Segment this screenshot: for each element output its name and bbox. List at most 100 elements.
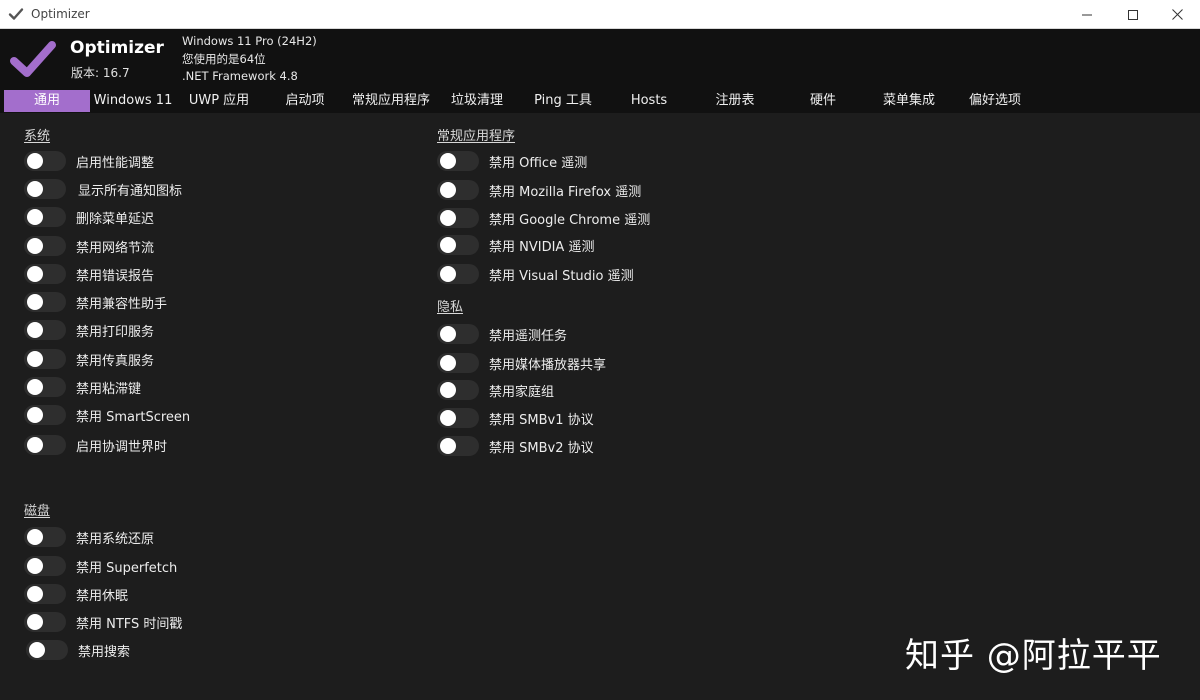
option-sticky-keys[interactable]: 禁用粘滞键 (24, 377, 141, 397)
toggle-knob (440, 438, 456, 454)
toggle-switch[interactable] (24, 292, 66, 312)
toggle-switch[interactable] (24, 179, 66, 199)
option-smbv2[interactable]: 禁用 SMBv2 协议 (437, 436, 594, 456)
toggle-knob (27, 407, 43, 423)
option-label: 禁用媒体播放器共享 (489, 357, 607, 373)
section-disk-title: 磁盘 (24, 504, 51, 519)
toggle-switch[interactable] (24, 584, 66, 604)
toggle-switch[interactable] (24, 527, 66, 547)
option-label: 禁用网络节流 (76, 240, 155, 256)
option-error-reporting[interactable]: 禁用错误报告 (24, 264, 154, 284)
tab-hardware[interactable]: 硬件 (780, 90, 866, 112)
option-search[interactable]: 禁用搜索 (26, 640, 130, 660)
close-icon (1171, 9, 1183, 20)
option-visual-studio-telemetry[interactable]: 禁用 Visual Studio 遥测 (437, 264, 634, 284)
option-homegroup[interactable]: 禁用家庭组 (437, 380, 554, 400)
toggle-switch[interactable] (24, 435, 66, 455)
option-office-telemetry[interactable]: 禁用 Office 遥测 (437, 151, 587, 171)
toggle-switch[interactable] (24, 405, 66, 425)
option-firefox-telemetry[interactable]: 禁用 Mozilla Firefox 遥测 (437, 180, 641, 200)
option-smartscreen[interactable]: 禁用 SmartScreen (24, 405, 190, 425)
tab-uwp-apps[interactable]: UWP 应用 (176, 90, 262, 112)
tab-windows-11[interactable]: Windows 11 (90, 90, 176, 112)
option-telemetry-tasks[interactable]: 禁用遥测任务 (437, 324, 567, 344)
option-hibernation[interactable]: 禁用休眠 (24, 584, 128, 604)
toggle-switch[interactable] (437, 151, 479, 171)
option-label: 禁用家庭组 (489, 384, 555, 400)
logo-check-icon (10, 41, 56, 77)
toggle-switch[interactable] (437, 324, 479, 344)
option-network-throttling[interactable]: 禁用网络节流 (24, 236, 154, 256)
tab-startup[interactable]: 启动项 (262, 90, 348, 112)
toggle-switch[interactable] (24, 349, 66, 369)
option-label: 禁用 NVIDIA 遥测 (489, 239, 595, 255)
option-label: 禁用休眠 (76, 588, 129, 604)
option-label: 禁用 Office 遥测 (489, 155, 588, 171)
toggle-switch[interactable] (437, 235, 479, 255)
toggle-switch[interactable] (26, 640, 68, 660)
toggle-switch[interactable] (437, 353, 479, 373)
option-label: 禁用 Mozilla Firefox 遥测 (489, 184, 642, 200)
toggle-knob (440, 382, 456, 398)
close-button[interactable] (1154, 0, 1200, 29)
app-name: Optimizer (70, 38, 164, 58)
window-title: Optimizer (31, 7, 90, 21)
toggle-switch[interactable] (24, 236, 66, 256)
system-info: Windows 11 Pro (24H2) 您使用的是64位 .NET Fram… (182, 33, 317, 86)
toggle-switch[interactable] (437, 264, 479, 284)
option-fax-service[interactable]: 禁用传真服务 (24, 349, 154, 369)
toggle-switch[interactable] (24, 612, 66, 632)
toggle-switch[interactable] (437, 180, 479, 200)
section-apps-title: 常规应用程序 (437, 129, 516, 144)
toggle-switch[interactable] (24, 151, 66, 171)
tab-preferences[interactable]: 偏好选项 (952, 90, 1038, 112)
option-show-tray-icons[interactable]: 显示所有通知图标 (24, 179, 182, 199)
option-utc-time[interactable]: 启用协调世界时 (24, 435, 167, 455)
toggle-switch[interactable] (24, 320, 66, 340)
os-version: Windows 11 Pro (24H2) (182, 34, 317, 48)
option-ntfs-timestamp[interactable]: 禁用 NTFS 时间戳 (24, 612, 182, 632)
option-performance-tweaks[interactable]: 启用性能调整 (24, 151, 154, 171)
option-label: 禁用打印服务 (76, 324, 155, 340)
tab-cleaner[interactable]: 垃圾清理 (434, 90, 520, 112)
option-system-restore[interactable]: 禁用系统还原 (24, 527, 154, 547)
toggle-knob (440, 153, 456, 169)
app-version: 版本: 16.7 (71, 66, 130, 80)
tab-ping[interactable]: Ping 工具 (520, 90, 606, 112)
toggle-switch[interactable] (24, 264, 66, 284)
tab-common-apps[interactable]: 常规应用程序 (348, 90, 434, 112)
option-chrome-telemetry[interactable]: 禁用 Google Chrome 遥测 (437, 208, 650, 228)
option-label: 禁用 Visual Studio 遥测 (489, 268, 634, 284)
option-label: 禁用粘滞键 (76, 381, 142, 397)
toggle-knob (27, 238, 43, 254)
toggle-knob (29, 642, 45, 658)
toggle-switch[interactable] (437, 436, 479, 456)
toggle-switch[interactable] (24, 556, 66, 576)
option-nvidia-telemetry[interactable]: 禁用 NVIDIA 遥测 (437, 235, 594, 255)
toggle-switch[interactable] (437, 408, 479, 428)
minimize-button[interactable] (1064, 0, 1110, 29)
toggle-knob (440, 410, 456, 426)
option-superfetch[interactable]: 禁用 Superfetch (24, 556, 177, 576)
watermark: 知乎 @阿拉平平 (905, 636, 1162, 676)
option-label: 启用性能调整 (76, 155, 155, 171)
toggle-knob (440, 182, 456, 198)
option-media-player-sharing[interactable]: 禁用媒体播放器共享 (437, 353, 606, 373)
option-menu-delay[interactable]: 删除菜单延迟 (24, 207, 154, 227)
tab-registry[interactable]: 注册表 (692, 90, 778, 112)
option-label: 禁用错误报告 (76, 268, 155, 284)
tab-hosts[interactable]: Hosts (606, 90, 692, 112)
option-compatibility-assistant[interactable]: 禁用兼容性助手 (24, 292, 167, 312)
tab-general[interactable]: 通用 (4, 90, 90, 112)
option-label: 禁用 SMBv1 协议 (489, 412, 594, 428)
toggle-switch[interactable] (437, 380, 479, 400)
option-label: 删除菜单延迟 (76, 211, 155, 227)
toggle-switch[interactable] (437, 208, 479, 228)
tab-menu-integration[interactable]: 菜单集成 (866, 90, 952, 112)
toggle-switch[interactable] (24, 377, 66, 397)
option-smbv1[interactable]: 禁用 SMBv1 协议 (437, 408, 594, 428)
maximize-button[interactable] (1110, 0, 1156, 29)
toggle-knob (27, 209, 43, 225)
option-print-service[interactable]: 禁用打印服务 (24, 320, 154, 340)
toggle-switch[interactable] (24, 207, 66, 227)
